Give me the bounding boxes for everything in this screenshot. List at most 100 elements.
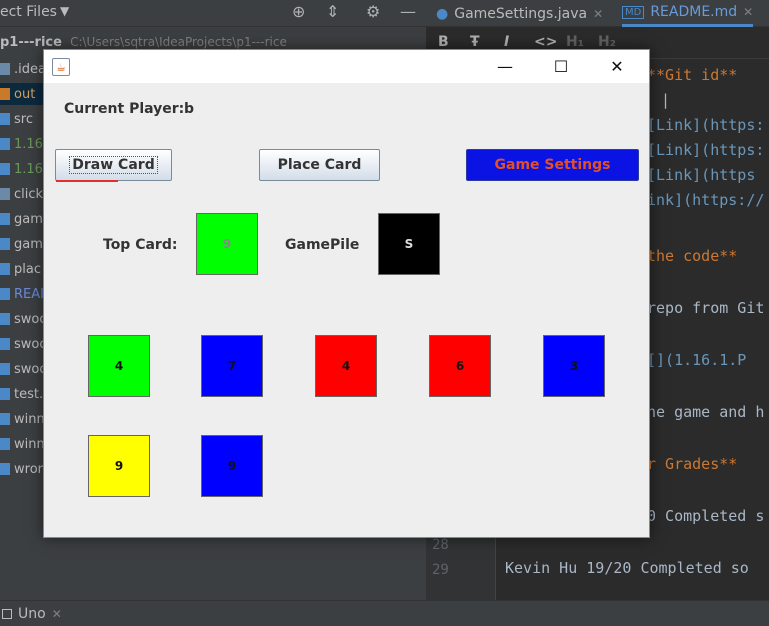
code-line: repo from Git bbox=[647, 299, 765, 317]
tree-item-label: winn bbox=[14, 411, 45, 427]
maximize-button[interactable]: ☐ bbox=[538, 50, 584, 83]
tab-readme-md[interactable]: MD README.md ✕ bbox=[622, 0, 754, 27]
tree-item-label: click bbox=[14, 186, 44, 202]
code-line: [](1.16.1.P bbox=[647, 351, 747, 369]
file-icon bbox=[0, 238, 10, 250]
tree-item-label: plac bbox=[14, 261, 41, 277]
file-icon bbox=[0, 463, 10, 475]
close-icon[interactable]: ✕ bbox=[743, 5, 753, 19]
code-line: [Link](https: bbox=[647, 116, 765, 134]
draw-card-label: Draw Card bbox=[69, 156, 158, 174]
file-icon bbox=[0, 313, 10, 325]
place-card-label: Place Card bbox=[277, 157, 362, 173]
draw-card-button[interactable]: Draw Card bbox=[55, 149, 172, 182]
file-icon bbox=[0, 413, 10, 425]
heading-2-icon[interactable]: H₂ bbox=[598, 34, 616, 50]
code-line: r Grades** bbox=[647, 455, 738, 473]
tree-item-label: src bbox=[14, 111, 33, 127]
java-app-icon[interactable]: ☕ bbox=[52, 58, 70, 76]
hand-card[interactable]: 7 bbox=[201, 335, 263, 397]
tab-label: README.md bbox=[650, 4, 738, 20]
hand-card[interactable]: 3 bbox=[543, 335, 605, 397]
tree-item-label: REAI bbox=[14, 286, 44, 302]
project-panel-header: ect Files ▼ ⊕ ⇕ ⚙ — bbox=[0, 0, 426, 27]
hand-card[interactable]: 4 bbox=[315, 335, 377, 397]
run-tab-label: Uno bbox=[18, 606, 46, 622]
hand-card[interactable]: 9 bbox=[88, 435, 150, 497]
hand-card-value: 3 bbox=[569, 359, 579, 373]
file-icon bbox=[0, 188, 10, 200]
file-icon bbox=[0, 88, 10, 100]
place-card-button[interactable]: Place Card bbox=[259, 149, 380, 181]
collapse-icon[interactable]: ⇕ bbox=[326, 2, 339, 21]
file-icon bbox=[0, 263, 10, 275]
file-icon bbox=[0, 388, 10, 400]
project-root[interactable]: p1---rice C:\Users\sqtra\IdeaProjects\p1… bbox=[0, 35, 287, 50]
code-line: **Git id** bbox=[647, 66, 738, 84]
file-icon bbox=[0, 63, 10, 75]
tree-item-label: test. bbox=[14, 386, 44, 402]
hand-card-value: 9 bbox=[114, 459, 124, 473]
file-icon bbox=[0, 113, 10, 125]
game-settings-button[interactable]: Game Settings bbox=[466, 149, 639, 181]
heading-1-icon[interactable]: H₁ bbox=[566, 34, 584, 50]
game-settings-label: Game Settings bbox=[494, 157, 611, 173]
tab-label: GameSettings.java bbox=[454, 5, 588, 22]
tree-item-label: .idea bbox=[14, 61, 46, 77]
bold-icon[interactable]: B bbox=[438, 34, 449, 50]
bottom-tool-bar: Uno ✕ bbox=[0, 600, 769, 626]
run-tab-uno[interactable]: Uno ✕ bbox=[0, 606, 62, 622]
tree-item-label: winn bbox=[14, 436, 45, 452]
project-root-name: p1---rice bbox=[0, 35, 62, 50]
italic-icon[interactable]: I bbox=[504, 34, 509, 50]
button-underline bbox=[56, 180, 118, 182]
target-icon[interactable]: ⊕ bbox=[292, 2, 305, 21]
editor-tabs: ● GameSettings.java ✕ MD README.md ✕ bbox=[426, 0, 769, 27]
gear-icon[interactable]: ⚙ bbox=[366, 2, 380, 21]
hand-card[interactable]: 6 bbox=[429, 335, 491, 397]
code-icon[interactable]: <> bbox=[534, 34, 557, 50]
strikethrough-icon[interactable]: Ŧ bbox=[470, 34, 480, 50]
tree-item-label: gam bbox=[14, 211, 43, 227]
top-card: 9 bbox=[196, 213, 258, 275]
hand-card[interactable]: 9 bbox=[201, 435, 263, 497]
hand-card[interactable]: 4 bbox=[88, 335, 150, 397]
code-line: ink](https:// bbox=[647, 191, 765, 209]
java-file-icon: ● bbox=[436, 5, 449, 22]
current-player-label: Current Player: bbox=[64, 101, 185, 117]
close-icon[interactable]: ✕ bbox=[593, 7, 603, 21]
game-pile-label: GamePile bbox=[285, 237, 360, 253]
code-line: 0 Completed s bbox=[647, 507, 765, 525]
project-root-path: C:\Users\sqtra\IdeaProjects\p1---rice bbox=[70, 35, 287, 49]
code-line: | bbox=[661, 91, 671, 109]
current-player-value: b bbox=[184, 101, 195, 117]
project-panel-title[interactable]: ect Files bbox=[0, 4, 57, 20]
code-line: Kevin Hu 19/20 Completed so bbox=[505, 559, 749, 577]
hand-card-value: 7 bbox=[227, 359, 237, 373]
game-pile-card[interactable]: S bbox=[378, 213, 440, 275]
file-icon bbox=[0, 438, 10, 450]
tree-item-label: gam bbox=[14, 236, 43, 252]
file-icon bbox=[0, 363, 10, 375]
window-title-bar[interactable]: ☕ — ☐ ✕ bbox=[44, 50, 649, 83]
close-button[interactable]: ✕ bbox=[594, 50, 640, 83]
top-card-value: 9 bbox=[222, 237, 232, 251]
hand-card-value: 9 bbox=[227, 459, 237, 473]
tree-item-label: wror bbox=[14, 461, 43, 477]
minimize-button[interactable]: — bbox=[482, 50, 528, 83]
code-line: [Link](https: bbox=[647, 141, 765, 159]
close-icon[interactable]: ✕ bbox=[52, 607, 62, 621]
file-icon bbox=[0, 163, 10, 175]
code-line: [Link](https bbox=[647, 166, 756, 184]
hand-card-value: 4 bbox=[341, 359, 351, 373]
minimize-panel-icon[interactable]: — bbox=[400, 2, 416, 21]
chevron-down-icon[interactable]: ▼ bbox=[60, 4, 69, 18]
game-pile-value: S bbox=[404, 237, 414, 251]
code-line: he game and h bbox=[647, 403, 765, 421]
file-icon bbox=[0, 213, 10, 225]
tree-item-label: out bbox=[14, 86, 36, 102]
tab-gamesettings-java[interactable]: ● GameSettings.java ✕ bbox=[436, 0, 603, 27]
line-number: 29 bbox=[432, 562, 449, 578]
hand-card-value: 4 bbox=[114, 359, 124, 373]
file-icon bbox=[0, 338, 10, 350]
